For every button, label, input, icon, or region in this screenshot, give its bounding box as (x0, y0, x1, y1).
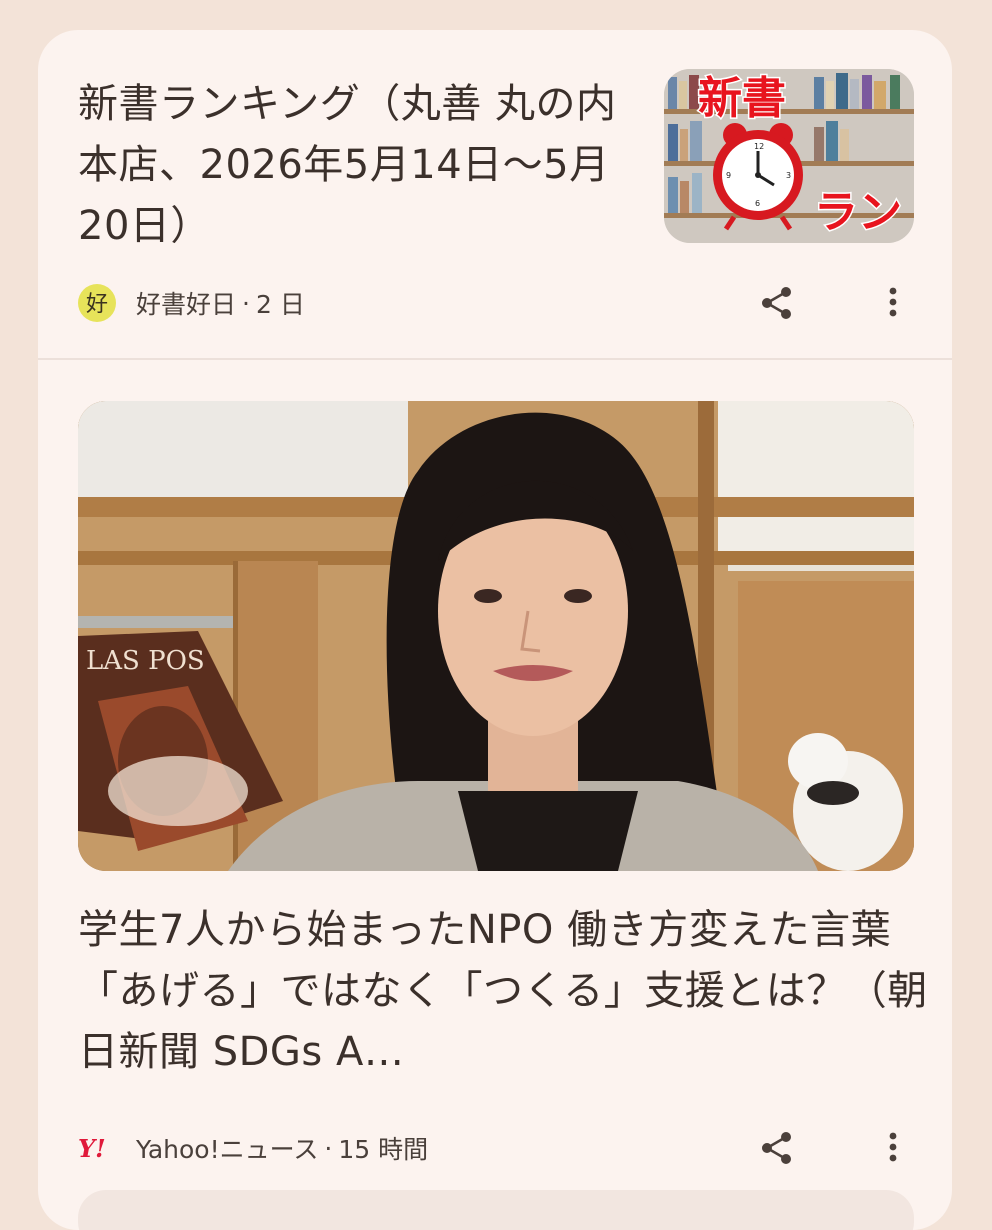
source-name: Yahoo!ニュース (136, 1135, 319, 1164)
next-article-preview[interactable] (78, 1190, 914, 1230)
bookshelf-clock-thumbnail: 新書 ラン 12 3 6 9 (664, 69, 914, 243)
source-name: 好書好日 (136, 290, 237, 319)
svg-text:ラン: ラン (814, 187, 902, 238)
article-age: 2 日 (255, 290, 305, 319)
article-npo[interactable]: LAS POS 学生7人から始まったNPO 働き方変えた言葉 「あげる」ではなく… (38, 360, 952, 1230)
article-meta: Y! Yahoo!ニュース · 15 時間 (78, 1128, 428, 1168)
article-title[interactable]: 学生7人から始まったNPO 働き方変えた言葉 「あげる」ではなく「つくる」支援と… (78, 900, 928, 1083)
yahoo-logo-icon: Y! (78, 1129, 116, 1167)
svg-text:3: 3 (786, 171, 791, 180)
meta-separator: · (242, 288, 250, 318)
share-button[interactable] (757, 283, 797, 323)
article-thumbnail[interactable]: 新書 ラン 12 3 6 9 (664, 69, 914, 243)
woman-portrait-photo: LAS POS (78, 401, 914, 871)
article-meta: 好 好書好日 · 2 日 (78, 283, 305, 323)
share-icon (762, 287, 791, 319)
article-title[interactable]: 新書ランキング（丸善 丸の内本店、2026年5月14日〜5月20日） (78, 74, 643, 257)
svg-text:Y!: Y! (78, 1134, 106, 1163)
share-icon (762, 1132, 791, 1164)
kosho-kojitsu-logo-icon: 好 (78, 284, 116, 322)
more-options-button[interactable] (883, 1128, 903, 1168)
svg-text:新書: 新書 (698, 73, 786, 124)
svg-text:LAS POS: LAS POS (86, 646, 205, 676)
svg-text:6: 6 (755, 199, 760, 208)
article-ranking[interactable]: 新書ランキング（丸善 丸の内本店、2026年5月14日〜5月20日） 新書 ラン… (38, 30, 952, 358)
svg-text:好: 好 (86, 292, 108, 317)
meta-separator: · (324, 1133, 333, 1163)
news-feed-card: 新書ランキング（丸善 丸の内本店、2026年5月14日〜5月20日） 新書 ラン… (38, 30, 952, 1230)
share-button[interactable] (757, 1128, 797, 1168)
svg-text:9: 9 (726, 171, 731, 180)
more-options-button[interactable] (883, 283, 903, 323)
article-photo[interactable]: LAS POS (78, 401, 914, 871)
more-vertical-icon (889, 287, 897, 317)
article-age: 15 時間 (338, 1135, 429, 1164)
svg-text:12: 12 (754, 142, 764, 151)
more-vertical-icon (889, 1132, 897, 1162)
